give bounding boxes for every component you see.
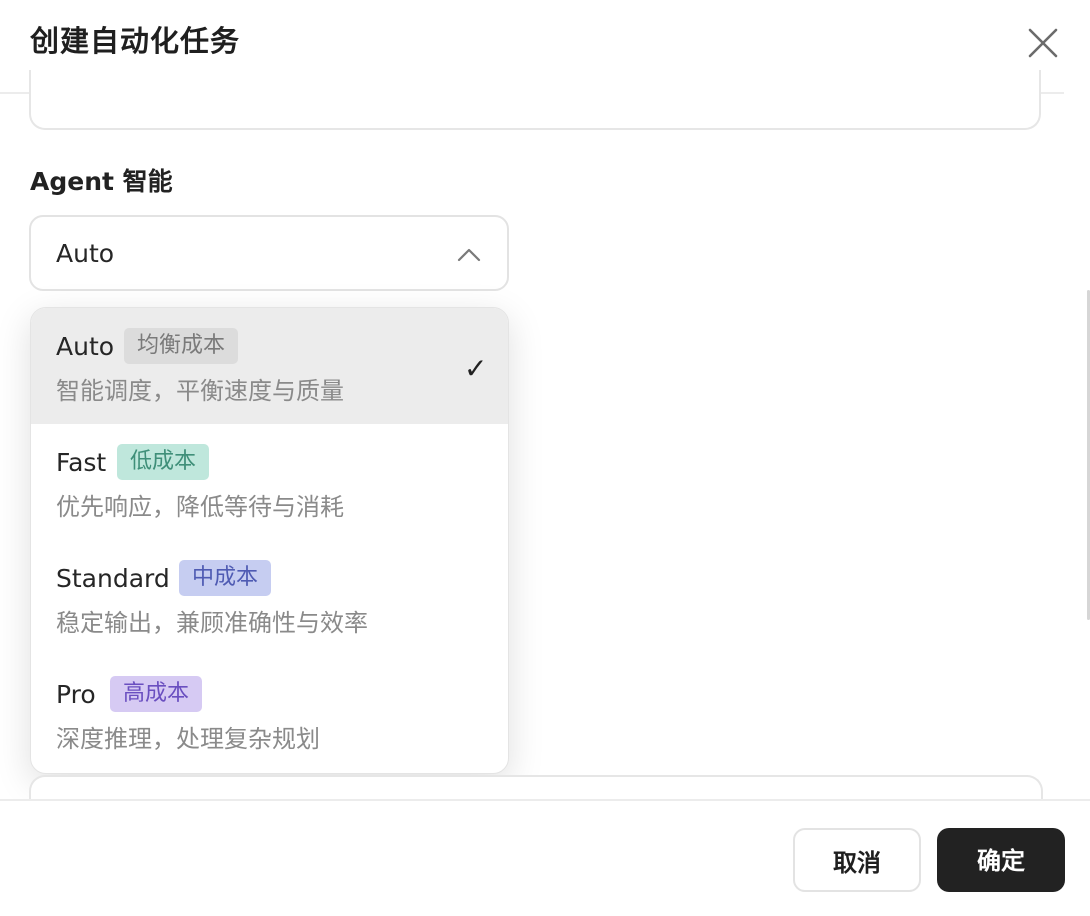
agent-option-auto[interactable]: Auto 均衡成本 智能调度，平衡速度与质量 ✓ <box>31 308 508 424</box>
option-description: 稳定输出，兼顾准确性与效率 <box>56 609 368 637</box>
option-description: 深度推理，处理复杂规划 <box>56 725 320 753</box>
check-icon: ✓ <box>464 352 488 385</box>
agent-select-value: Auto <box>56 239 115 268</box>
chevron-up-icon <box>457 248 481 262</box>
option-name: Fast <box>56 448 107 477</box>
cost-badge: 均衡成本 <box>124 328 239 364</box>
dialog-footer <box>0 801 1090 916</box>
previous-text-field[interactable] <box>29 70 1041 130</box>
dialog-title: 创建自动化任务 <box>30 24 241 58</box>
close-button[interactable] <box>1022 22 1064 64</box>
agent-option-fast[interactable]: Fast 低成本 优先响应，降低等待与消耗 <box>31 424 508 540</box>
cost-badge: 高成本 <box>110 676 203 712</box>
footer-divider <box>0 799 1090 801</box>
agent-select[interactable]: Auto <box>29 215 509 291</box>
cost-badge: 中成本 <box>179 560 272 596</box>
agent-option-pro[interactable]: Pro 高成本 深度推理，处理复杂规划 <box>31 656 508 772</box>
cost-badge: 低成本 <box>117 444 210 480</box>
confirm-button[interactable]: 确定 <box>937 828 1065 892</box>
option-name: Auto <box>56 332 115 361</box>
agent-option-standard[interactable]: Standard 中成本 稳定输出，兼顾准确性与效率 <box>31 540 508 656</box>
option-name: Pro <box>56 680 96 709</box>
agent-options-dropdown: Auto 均衡成本 智能调度，平衡速度与质量 ✓ Fast 低成本 优先响应，降… <box>30 307 509 774</box>
option-description: 优先响应，降低等待与消耗 <box>56 493 344 521</box>
close-icon <box>1028 28 1058 58</box>
option-description: 智能调度，平衡速度与质量 <box>56 377 344 405</box>
option-name: Standard <box>56 564 170 593</box>
agent-field-label: Agent 智能 <box>30 167 173 196</box>
cancel-button[interactable]: 取消 <box>793 828 921 892</box>
